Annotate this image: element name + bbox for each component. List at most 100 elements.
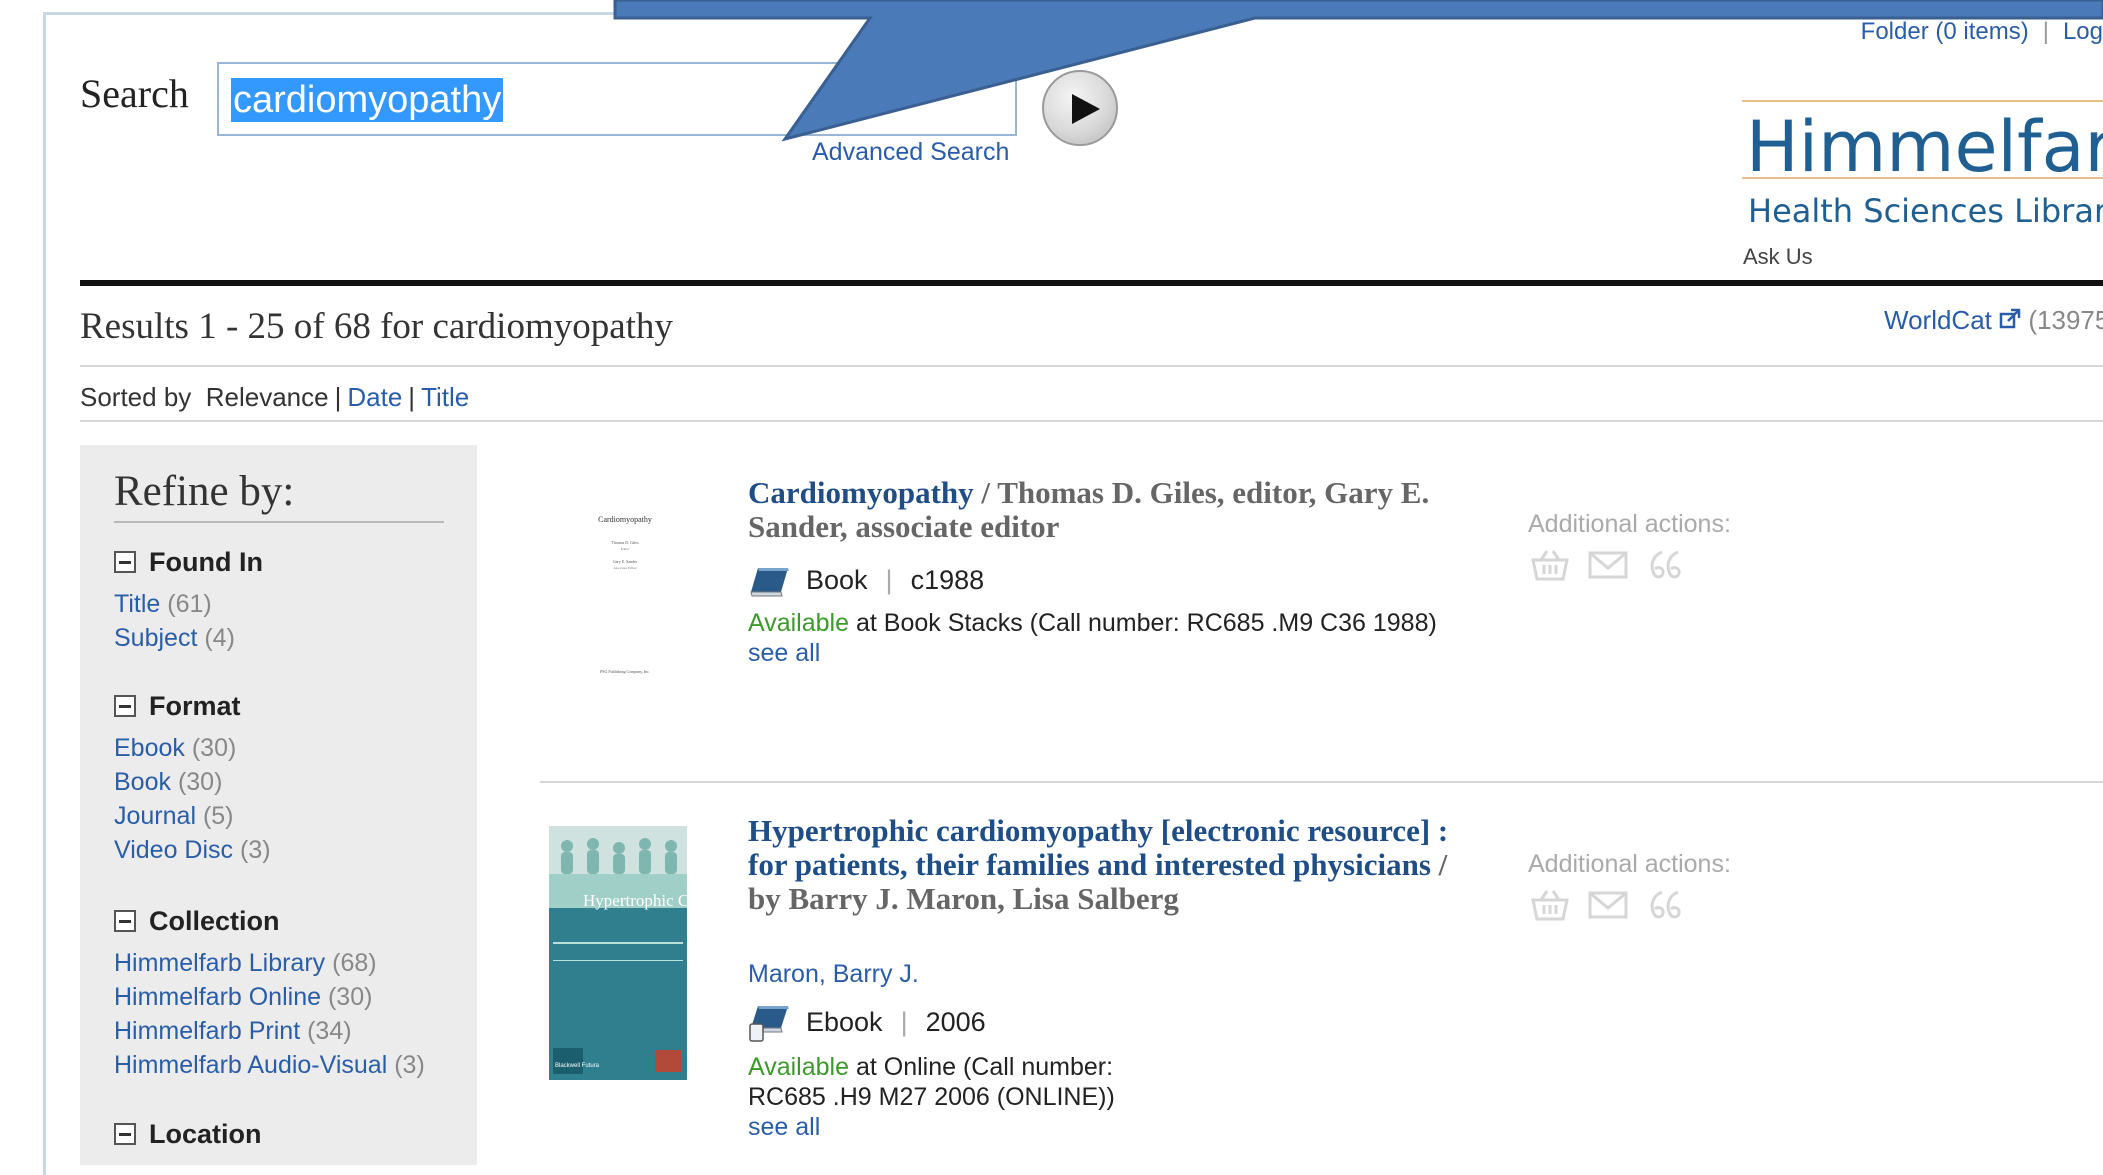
facet-item-label: Video Disc [114,836,234,864]
facet-item[interactable]: Title (61) [114,587,263,621]
facet-header[interactable]: Collection [114,904,425,938]
facet-location: Location [114,1117,262,1151]
search-input-value: cardiomyopathy [231,78,504,122]
facet-title: Found In [149,546,263,577]
refine-divider [114,521,444,523]
worldcat-link[interactable]: WorldCat (13975 [1884,305,2103,336]
brand-rule-bottom [1742,177,2103,179]
additional-actions-label: Additional actions: [1528,510,1731,538]
sort-title-link[interactable]: Title [421,382,469,412]
facet-item-count: (3) [394,1051,425,1079]
book-cover-thumbnail[interactable]: Cardiomyopathy Thomas D. Giles Editor Ga… [570,508,680,698]
facet-item[interactable]: Himmelfarb Online (30) [114,980,425,1014]
facet-item[interactable]: Journal (5) [114,799,271,833]
facet-item[interactable]: Video Disc (3) [114,833,271,867]
sort-date-link[interactable]: Date [347,382,402,412]
facet-collection: Collection Himmelfarb Library (68) Himme… [114,904,425,1082]
result-title[interactable]: Cardiomyopathy / Thomas D. Giles, editor… [748,476,1468,544]
separator: | [2042,18,2049,45]
search-go-button[interactable] [1042,70,1118,146]
ebook-icon [749,1006,789,1042]
book-cover-thumbnail[interactable]: Hypertrophic Cardiomyopathy Blackwell Fu… [549,826,687,1080]
result-title[interactable]: Hypertrophic cardiomyopathy [electronic … [748,814,1468,916]
thumb-editor: Thomas D. Giles [611,540,639,545]
facet-item[interactable]: Himmelfarb Audio-Visual (3) [114,1048,425,1082]
facet-item-count: (68) [332,949,377,977]
facet-item-label: Book [114,768,171,796]
cover-title: Hypertrophic Cardiomyopathy [583,891,687,910]
result-author[interactable]: Maron, Barry J. [748,960,919,989]
collapse-icon[interactable] [114,695,136,717]
facet-item-count: (61) [167,590,212,618]
facet-item-count: (30) [191,734,237,762]
facet-item-label: Title [114,590,161,618]
facet-item-label: Himmelfarb Online [114,983,322,1011]
cite-icon[interactable] [1646,548,1686,582]
facet-item-count: (30) [177,768,223,796]
result-title-text[interactable]: Cardiomyopathy [748,475,974,510]
login-link[interactable]: Log [2063,18,2103,45]
collapse-icon[interactable] [114,551,136,573]
availability-status: Available [748,609,850,637]
sort-divider [80,420,2103,422]
see-all-link[interactable]: see all [748,1113,820,1141]
basket-icon[interactable] [1530,548,1570,582]
header-divider [80,280,2103,286]
result-title-text[interactable]: Hypertrophic cardiomyopathy [electronic … [748,813,1448,882]
thumb-title: Cardiomyopathy [598,515,652,524]
facet-item-count: (3) [240,836,271,864]
search-input[interactable]: cardiomyopathy [217,62,1017,136]
separator: | [408,382,416,412]
facet-item-count: (5) [202,802,234,830]
result-availability: Available at Book Stacks (Call number: R… [748,608,1508,668]
sort-bar: Sorted by Relevance | Date | Title [80,382,469,413]
pub-date: c1988 [910,564,985,595]
email-icon[interactable] [1588,888,1628,922]
search-label: Search [80,71,189,116]
result-availability: Available at Online (Call number: RC685 … [748,1052,1138,1142]
collapse-icon[interactable] [114,910,136,932]
facet-item-label: Subject [114,624,198,652]
facet-item-count: (30) [327,983,373,1011]
thumb-assoc-editor: Gary E. Sander [613,559,638,564]
facet-item[interactable]: Himmelfarb Print (34) [114,1014,425,1048]
collapse-icon[interactable] [114,1123,136,1145]
facet-header[interactable]: Format [114,689,271,723]
facet-format: Format Ebook (30) Book (30) Journal (5) … [114,689,271,867]
cite-icon[interactable] [1646,888,1686,922]
result-format: Ebook | 2006 [748,1002,986,1042]
facet-title: Collection [149,905,280,936]
results-title: Results 1 - 25 of 68 for cardiomyopathy [80,306,673,347]
worldcat-label: WorldCat [1884,305,1992,335]
pub-date: 2006 [925,1006,986,1037]
additional-actions-label: Additional actions: [1528,850,1731,878]
see-all-link[interactable]: see all [748,639,820,667]
top-links: Folder (0 items) | Log [1861,18,2103,46]
brand-subtitle: Health Sciences Librar [1748,192,2103,230]
ask-us-link[interactable]: Ask Us [1743,244,1813,270]
facet-header[interactable]: Location [114,1117,262,1151]
advanced-search-link[interactable]: Advanced Search [812,138,1009,167]
result-divider [540,781,2103,783]
refine-sidebar: Refine by: Found In Title (61) Subject (… [80,445,477,1165]
worldcat-count: (13975 [2028,305,2103,335]
cover-publisher: Blackwell Futura [555,1063,600,1069]
facet-item[interactable]: Ebook (30) [114,731,271,765]
facet-item-label: Himmelfarb Audio-Visual [114,1051,388,1079]
format-label: Ebook [806,1006,883,1037]
facet-item[interactable]: Himmelfarb Library (68) [114,946,425,980]
facet-item-count: (4) [204,624,235,652]
brand-rule-top [1742,100,2103,102]
facet-item[interactable]: Subject (4) [114,621,263,655]
facet-item[interactable]: Book (30) [114,765,271,799]
basket-icon[interactable] [1530,888,1570,922]
action-icons [1530,888,1686,922]
results-divider [80,365,2103,367]
folder-link[interactable]: Folder (0 items) [1861,18,2029,45]
brand-title[interactable]: Himmelfarb [1746,106,2103,188]
sort-label: Sorted by [80,382,192,412]
action-icons [1530,548,1686,582]
facet-header[interactable]: Found In [114,545,263,579]
email-icon[interactable] [1588,548,1628,582]
refine-title: Refine by: [114,468,295,515]
